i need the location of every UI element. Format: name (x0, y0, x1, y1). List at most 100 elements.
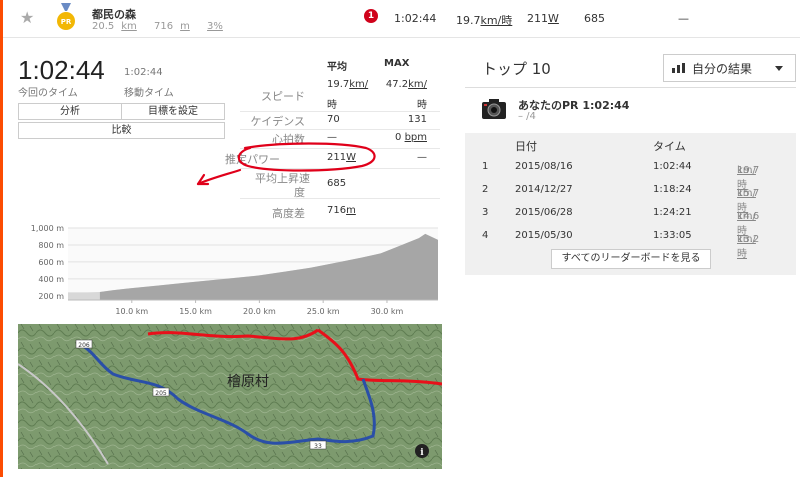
map-info-icon-glyph: i (420, 448, 424, 458)
speed-label: スピード (261, 90, 305, 103)
cadence-label: ケイデンス (250, 115, 305, 128)
map-place-name: 檜原村 (227, 373, 269, 390)
leaderboard-row[interactable]: 3 2015/06/28 1:24:21 14.6 km/時 (465, 203, 796, 237)
x-tick-label: 15.0 km (179, 307, 212, 316)
compare-button[interactable]: 比較 (19, 123, 224, 138)
elevation-diff-number: 716 (327, 205, 347, 216)
results-dropdown[interactable]: 自分の結果 (663, 54, 796, 82)
speed-avg-value: 19.7 (327, 79, 350, 90)
x-tick-label: 30.0 km (371, 307, 404, 316)
segment-elevation: 716 (154, 21, 174, 32)
segment-speed-value: 19.7 (456, 14, 481, 27)
bar-chart-icon (672, 63, 685, 73)
map-svg: 206 205 33 檜原村 i (18, 324, 442, 469)
elevation-diff-label: 高度差 (272, 207, 305, 220)
leaderboard: 日付 タイム 1 2015/08/16 1:02:44 19.7 km/時 2 2… (465, 133, 796, 275)
segment-power-value: 211 (527, 12, 548, 25)
row-date[interactable]: 2015/05/30 (515, 230, 573, 241)
analysis-button[interactable]: 分析 (19, 104, 121, 119)
row-time: 1:18:24 (653, 184, 692, 195)
speed-max: 47.2km/ (355, 79, 427, 90)
col-time-header: タイム (653, 140, 686, 153)
y-tick-label: 1,000 m (31, 224, 64, 233)
elevation-diff-value: 716m (327, 205, 356, 216)
segment-distance-unit: km (121, 21, 137, 32)
route-marker-205-label: 205 (155, 390, 167, 397)
camera-avatar-icon (482, 99, 506, 119)
row-rank: 4 (482, 230, 489, 241)
x-tick-label: 20.0 km (243, 307, 276, 316)
chevron-down-icon (775, 66, 783, 71)
current-time-label: 今回のタイム (18, 88, 78, 99)
row-date[interactable]: 2015/08/16 (515, 161, 573, 172)
elevation-chart-svg: 1,000 m 800 m 600 m 400 m 200 m 10.0 km 15.0 k… (31, 224, 439, 316)
y-tick-label: 400 m (38, 275, 64, 284)
row-date[interactable]: 2015/06/28 (515, 207, 573, 218)
notification-badge[interactable]: 1 (364, 9, 378, 23)
row-rank: 1 (482, 161, 489, 172)
leaderboard-row[interactable]: 4 2015/05/30 1:33:05 13.2 km/時 (465, 226, 796, 260)
segment-power-unit: W (548, 12, 559, 25)
stats-head-avg: 平均 (327, 62, 347, 73)
cadence-avg: 70 (327, 114, 340, 125)
route-map[interactable]: 206 205 33 檜原村 i (18, 324, 442, 469)
row-time: 1:24:21 (653, 207, 692, 218)
set-goal-button[interactable]: 目標を設定 (121, 104, 224, 119)
row-rank: 2 (482, 184, 489, 195)
compare-row: 比較 (18, 122, 225, 139)
route-marker-33-label: 33 (314, 443, 322, 450)
segment-heart-rate: — (678, 12, 689, 25)
row-rank: 3 (482, 207, 489, 218)
top10-title: トップ 10 (482, 60, 551, 78)
elevation-chart[interactable]: 1,000 m 800 m 600 m 400 m 200 m 10.0 km 15.0 k… (0, 220, 450, 320)
vam-value: 685 (327, 178, 347, 189)
segment-speed-unit: km/時 (480, 14, 513, 27)
see-all-leaderboards-button[interactable]: すべてのリーダーボードを見る (551, 249, 711, 269)
speed-max-unit: km/ (408, 79, 427, 90)
segment-meta: 20.5 km 716 m 3% (92, 21, 230, 32)
segment-elevation-unit: m (180, 21, 190, 32)
row-date[interactable]: 2014/12/27 (515, 184, 573, 195)
elevation-diff-unit: m (346, 205, 356, 216)
leaderboard-row[interactable]: 1 2015/08/16 1:02:44 19.7 km/時 (465, 157, 796, 191)
heart-rate-max-unit: bpm (404, 132, 427, 143)
pr-summary: あなたのPR 1:02:44 – /4 (465, 87, 796, 133)
speed-max-unit-2: 時 (417, 100, 427, 111)
star-icon[interactable]: ★ (20, 8, 34, 27)
heart-rate-max-value: 0 (395, 132, 402, 143)
cadence-max: 131 (407, 114, 427, 125)
divider (240, 198, 440, 199)
segment-time: 1:02:44 (394, 12, 437, 25)
stats-head-max: MAX (384, 58, 410, 69)
divider (240, 129, 440, 130)
current-time: 1:02:44 (18, 55, 105, 85)
route-marker-206-label: 206 (78, 342, 90, 349)
results-dropdown-label: 自分の結果 (692, 61, 753, 76)
pr-rank: – /4 (518, 111, 536, 122)
segment-elevation-gain: 685 (584, 12, 605, 25)
segment-speed: 19.7km/時 (456, 12, 512, 28)
leaderboard-row[interactable]: 2 2014/12/27 1:18:24 15.7 km/時 (465, 180, 796, 214)
row-speed-unit: km/時 (737, 234, 756, 260)
col-date-header: 日付 (515, 140, 537, 153)
segment-row[interactable]: ★ PR 都民の森 20.5 km 716 m 3% 1 1:02:44 19.7k… (3, 0, 800, 38)
action-button-row: 分析 目標を設定 (18, 103, 225, 120)
pr-medal-icon: PR (57, 3, 75, 30)
moving-time: 1:02:44 (124, 67, 163, 78)
row-time: 1:02:44 (653, 161, 692, 172)
divider (240, 111, 440, 112)
segment-name[interactable]: 都民の森 (92, 6, 136, 22)
pr-medal-label: PR (61, 18, 72, 26)
speed-avg-unit-2: 時 (327, 100, 337, 111)
speed-max-value: 47.2 (385, 79, 409, 90)
x-tick-label: 25.0 km (307, 307, 340, 316)
moving-time-label: 移動タイム (124, 88, 174, 99)
y-tick-label: 800 m (38, 241, 64, 250)
row-time: 1:33:05 (653, 230, 692, 241)
segment-distance: 20.5 (92, 21, 115, 32)
segment-power: 211W (527, 12, 559, 25)
y-tick-label: 200 m (38, 292, 64, 301)
x-tick-label: 10.0 km (115, 307, 148, 316)
y-tick-label: 600 m (38, 258, 64, 267)
segment-grade: 3% (207, 21, 223, 32)
